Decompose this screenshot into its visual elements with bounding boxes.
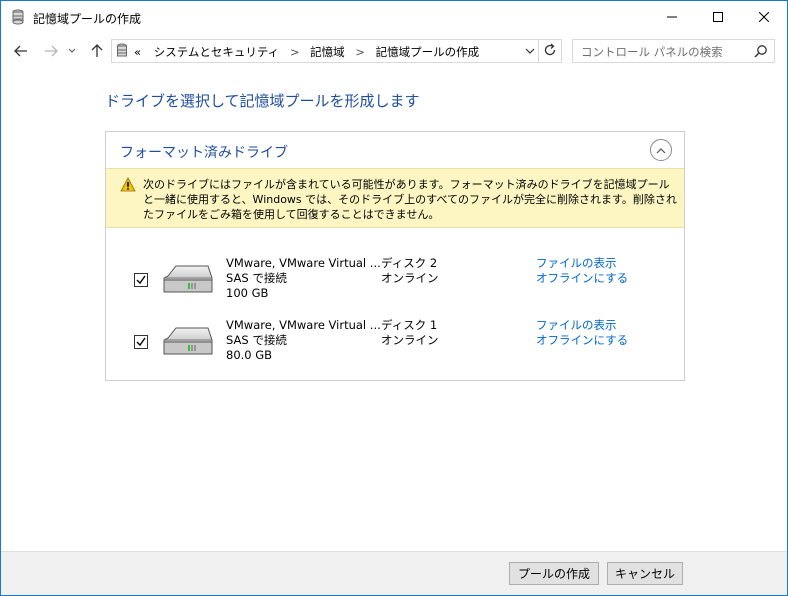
checkmark-icon: [136, 275, 146, 285]
minimize-icon: [667, 16, 677, 18]
drive-state: オンライン: [381, 333, 439, 347]
title-bar: 記憶域プールの作成: [1, 1, 787, 33]
take-offline-link[interactable]: オフラインにする: [536, 333, 628, 348]
navigation-bar: « システムとセキュリティ > 記憶域 > 記憶域プールの作成 コントロール パ…: [1, 37, 787, 65]
warning-text: 次のドライブにはファイルが含まれている可能性があります。フォーマット済みのドライ…: [143, 178, 677, 221]
breadcrumb-separator: >: [355, 45, 365, 59]
drive-status: ディスク 1 オンライン: [381, 318, 439, 348]
drive-row: VMware, VMware Virtual ... SAS で接続 100 G…: [106, 250, 684, 310]
address-bar[interactable]: « システムとセキュリティ > 記憶域 > 記憶域プールの作成: [111, 39, 562, 63]
panel-header[interactable]: フォーマット済みドライブ: [106, 132, 684, 168]
window: 記憶域プールの作成 « システムとセキュリティ > 記憶域 > 記憶域プールの作…: [0, 0, 788, 596]
drive-checkbox[interactable]: [134, 335, 148, 349]
chevron-down-icon: [68, 48, 76, 53]
address-dropdown-button[interactable]: [525, 44, 535, 61]
search-icon[interactable]: [754, 44, 768, 61]
drive-row: VMware, VMware Virtual ... SAS で接続 80.0 …: [106, 312, 684, 372]
view-files-link[interactable]: ファイルの表示: [536, 318, 628, 333]
formatted-drives-panel: フォーマット済みドライブ 次のドライブにはファイルが含まれている可能性があります…: [105, 131, 685, 381]
forward-button[interactable]: [41, 39, 61, 63]
maximize-button[interactable]: [695, 1, 741, 33]
drive-connection: SAS で接続: [226, 271, 287, 285]
breadcrumb: « システムとセキュリティ > 記憶域 > 記憶域プールの作成: [134, 44, 479, 60]
recent-locations-button[interactable]: [65, 39, 79, 63]
search-box[interactable]: コントロール パネルの検索: [572, 39, 775, 63]
collapse-button[interactable]: [650, 139, 672, 161]
page-heading: ドライブを選択して記憶域プールを形成します: [105, 92, 420, 110]
back-button[interactable]: [11, 39, 31, 63]
storage-spaces-icon: [11, 9, 25, 25]
drive-disk-number: ディスク 2: [381, 256, 438, 270]
refresh-button[interactable]: [543, 43, 557, 60]
arrow-left-icon: [14, 45, 27, 57]
cancel-button[interactable]: キャンセル: [607, 562, 683, 585]
close-icon: [759, 12, 769, 22]
arrow-right-icon: [45, 45, 58, 57]
arrow-up-icon: [91, 44, 103, 57]
checkmark-icon: [136, 337, 146, 347]
search-placeholder: コントロール パネルの検索: [581, 45, 723, 59]
drive-size: 80.0 GB: [226, 348, 273, 362]
drive-connection: SAS で接続: [226, 333, 287, 347]
drive-checkbox[interactable]: [134, 273, 148, 287]
take-offline-link[interactable]: オフラインにする: [536, 271, 628, 286]
drive-info: VMware, VMware Virtual ... SAS で接続 100 G…: [226, 256, 381, 301]
breadcrumb-item-create-pool[interactable]: 記憶域プールの作成: [376, 45, 480, 59]
control-panel-icon: [116, 43, 128, 62]
hard-drive-icon: [162, 324, 214, 360]
warning-banner: 次のドライブにはファイルが含まれている可能性があります。フォーマット済みのドライ…: [106, 168, 684, 228]
maximize-icon: [713, 12, 723, 22]
warning-icon: [120, 177, 136, 195]
drive-size: 100 GB: [226, 286, 269, 300]
create-pool-button[interactable]: プールの作成: [509, 562, 599, 585]
close-button[interactable]: [741, 1, 787, 33]
panel-title: フォーマット済みドライブ: [120, 145, 288, 161]
drive-links: ファイルの表示 オフラインにする: [536, 318, 628, 348]
breadcrumb-overflow[interactable]: «: [134, 45, 141, 59]
chevron-up-icon: [656, 147, 666, 153]
up-button[interactable]: [87, 39, 107, 63]
chevron-down-icon: [525, 48, 535, 54]
drive-links: ファイルの表示 オフラインにする: [536, 256, 628, 286]
drive-name: VMware, VMware Virtual ...: [226, 256, 381, 270]
refresh-icon: [544, 43, 556, 56]
breadcrumb-separator: >: [289, 45, 300, 59]
view-files-link[interactable]: ファイルの表示: [536, 256, 628, 271]
drive-name: VMware, VMware Virtual ...: [226, 318, 381, 332]
drive-disk-number: ディスク 1: [381, 318, 438, 332]
hard-drive-icon: [162, 262, 214, 298]
address-divider: [538, 40, 539, 62]
footer-bar: プールの作成 キャンセル: [1, 551, 787, 595]
window-title: 記憶域プールの作成: [33, 12, 142, 26]
minimize-button[interactable]: [649, 1, 695, 33]
breadcrumb-item-system-security[interactable]: システムとセキュリティ: [154, 45, 279, 59]
drive-info: VMware, VMware Virtual ... SAS で接続 80.0 …: [226, 318, 381, 363]
drive-status: ディスク 2 オンライン: [381, 256, 439, 286]
breadcrumb-item-storage[interactable]: 記憶域: [310, 45, 345, 59]
drive-state: オンライン: [381, 271, 439, 285]
